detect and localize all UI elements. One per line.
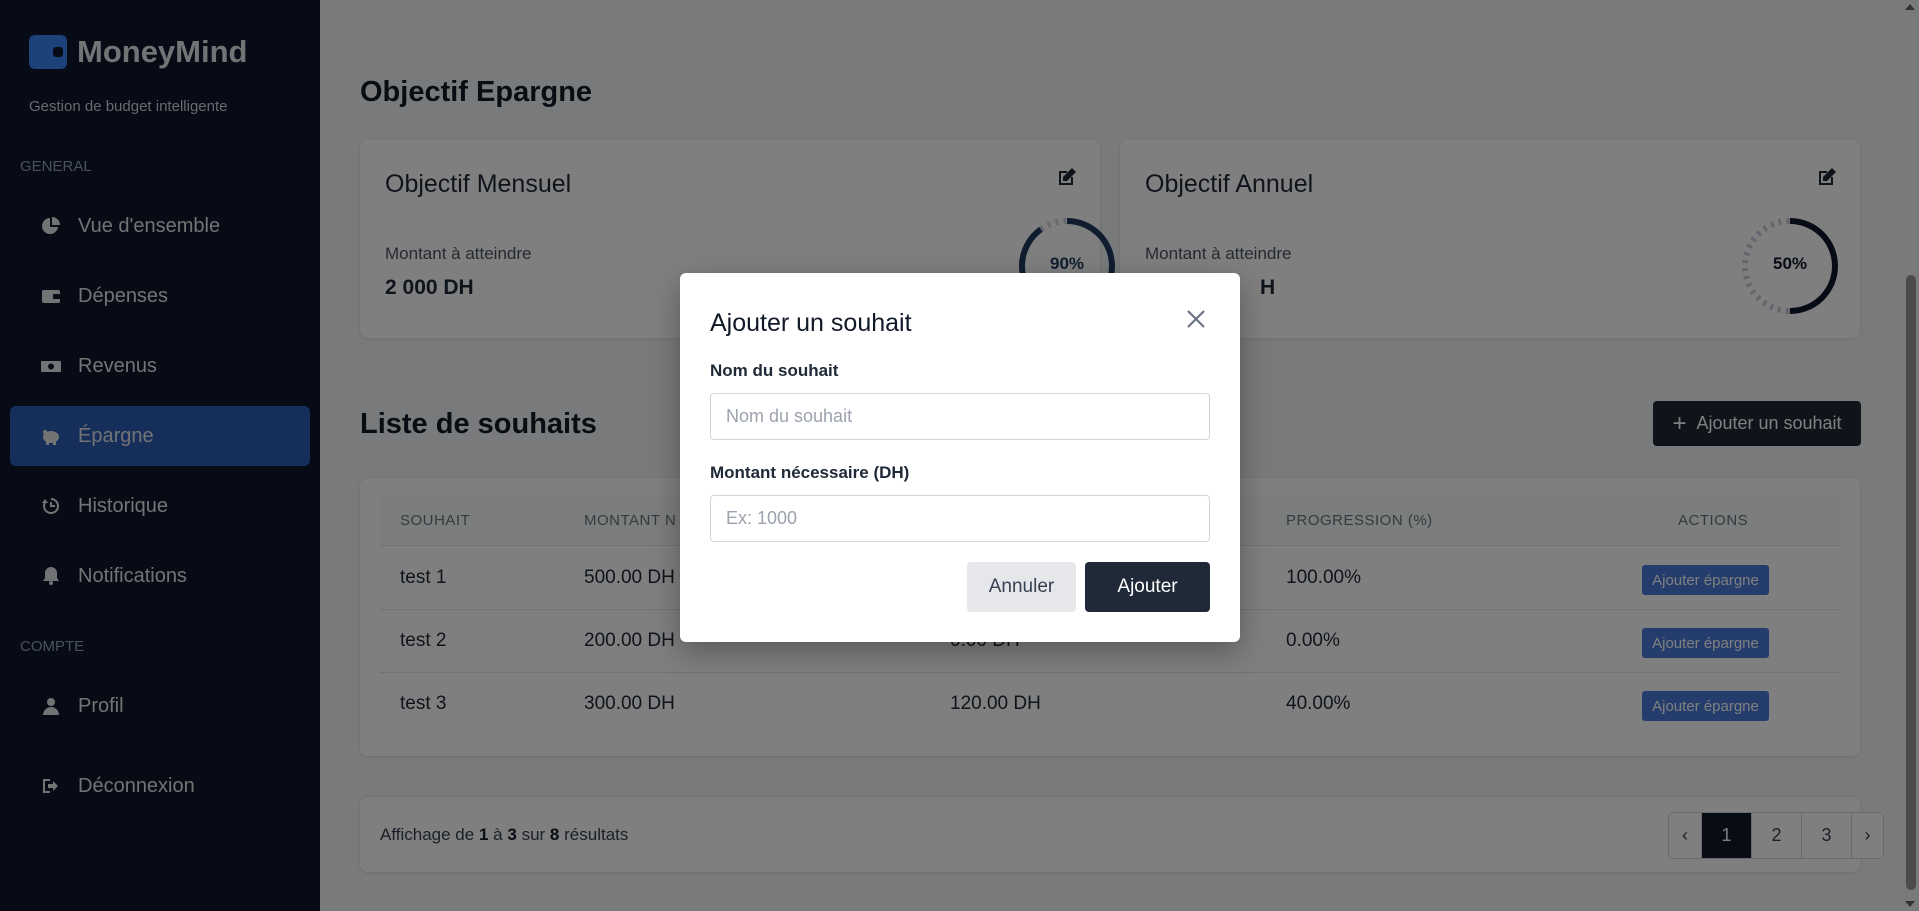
close-icon[interactable] [1184, 307, 1208, 331]
submit-button[interactable]: Ajouter [1085, 562, 1210, 612]
name-label: Nom du souhait [710, 361, 839, 380]
add-wish-modal: Ajouter un souhait Nom du souhait Montan… [680, 273, 1240, 642]
scroll-up-arrow-icon[interactable] [1905, 4, 1915, 10]
wish-amount-input[interactable] [710, 495, 1210, 542]
scroll-down-arrow-icon[interactable] [1905, 901, 1915, 907]
modal-title: Ajouter un souhait [710, 309, 912, 337]
page-scrollbar[interactable] [1902, 0, 1919, 911]
amount-label: Montant nécessaire (DH) [710, 463, 910, 482]
cancel-button[interactable]: Annuler [967, 562, 1076, 612]
scroll-thumb[interactable] [1906, 275, 1916, 890]
wish-name-input[interactable] [710, 393, 1210, 440]
